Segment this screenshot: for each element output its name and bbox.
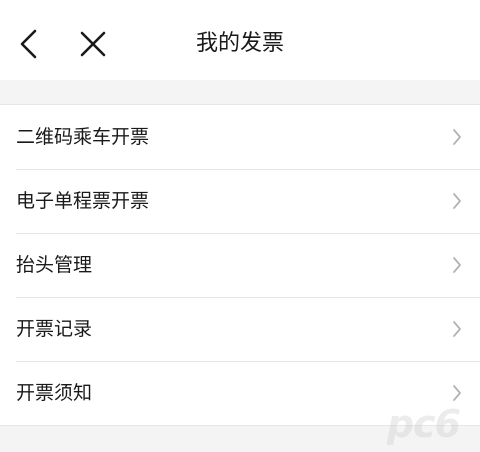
menu-item-invoice-records[interactable]: 开票记录 (0, 297, 480, 361)
menu-item-qr-ride-invoice[interactable]: 二维码乘车开票 (0, 105, 480, 169)
menu-item-label: 开票记录 (16, 318, 93, 340)
menu-item-single-ticket-invoice[interactable]: 电子单程票开票 (0, 169, 480, 233)
invoice-menu-list: 二维码乘车开票 电子单程票开票 抬头管理 开票记录 开票须知 (0, 104, 480, 426)
menu-item-label: 二维码乘车开票 (16, 126, 150, 148)
chevron-right-icon (452, 256, 462, 274)
chevron-right-icon (452, 384, 462, 402)
chevron-right-icon (452, 192, 462, 210)
menu-item-title-management[interactable]: 抬头管理 (0, 233, 480, 297)
menu-item-label: 抬头管理 (16, 254, 93, 276)
menu-item-label: 开票须知 (16, 382, 93, 404)
chevron-right-icon (452, 128, 462, 146)
nav-bar: 我的发票 (0, 0, 480, 80)
watermark-logo: pc6 (386, 402, 461, 446)
chevron-right-icon (452, 320, 462, 338)
page-title: 我的发票 (195, 31, 284, 56)
menu-item-label: 电子单程票开票 (16, 190, 150, 212)
